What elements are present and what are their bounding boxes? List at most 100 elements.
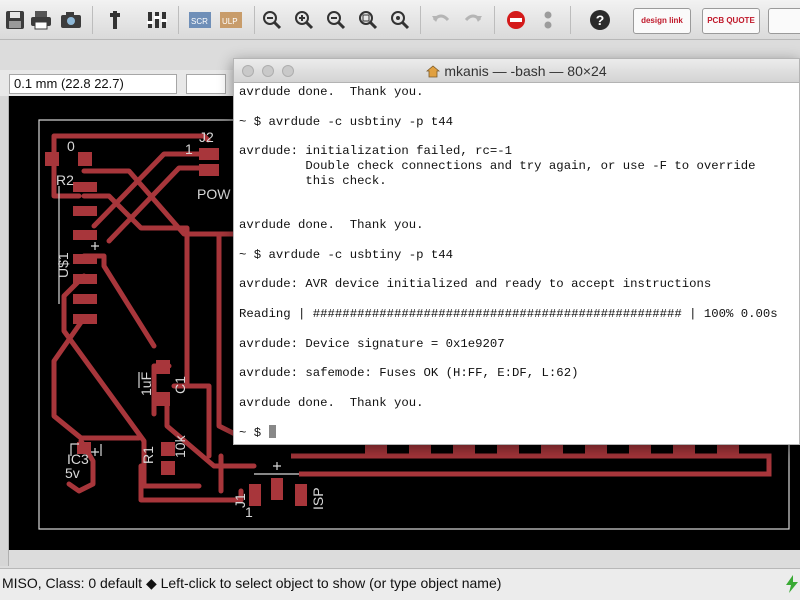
undo-icon[interactable] <box>428 7 454 33</box>
pad <box>541 444 563 454</box>
terminal-cursor <box>268 425 276 439</box>
pcb-quote-label: PCB QUOTE <box>707 16 755 25</box>
terminal-line: avrdude done. Thank you. <box>239 85 424 99</box>
c1-label: C1 <box>172 376 188 394</box>
pad <box>409 444 431 454</box>
pad <box>161 461 175 475</box>
j1-pin-label: 1 <box>245 504 253 520</box>
eagle-window: SCR ULP ? design link PCB QUOTE 0.1 mm (… <box>0 0 800 600</box>
terminal-line: avrdude done. Thank you. <box>239 395 424 410</box>
pad <box>73 230 97 240</box>
terminal-line: Reading | ##############################… <box>239 306 778 321</box>
power-label: POW <box>197 186 231 202</box>
pad <box>365 444 387 454</box>
terminal-line: ~ $ avrdude -c usbtiny -p t44 <box>239 114 454 129</box>
zoom-in-icon[interactable] <box>291 7 317 33</box>
copper-pads-right <box>365 444 739 454</box>
terminal-prompt-line: ~ $ <box>239 425 797 441</box>
save-icon[interactable] <box>2 7 28 33</box>
pad <box>199 164 219 176</box>
designlink-label: design link <box>641 16 683 25</box>
pad <box>295 484 307 506</box>
left-tool-strip[interactable] <box>0 96 9 566</box>
lightning-icon <box>785 575 799 596</box>
ulp-icon[interactable]: ULP <box>218 7 244 33</box>
home-icon <box>426 65 441 78</box>
terminal-prompt: ~ $ <box>239 426 269 441</box>
pad <box>717 444 739 454</box>
zoom-fit-icon[interactable] <box>259 7 285 33</box>
terminal-title-text: mkanis — -bash — 80×24 <box>444 63 607 79</box>
pcb-quote-button[interactable]: PCB QUOTE <box>702 8 760 34</box>
status-text: MISO, Class: 0 default ◆ Left-click to s… <box>2 575 502 591</box>
terminal-line: avrdude: safemode: Fuses OK (H:FF, E:DF,… <box>239 366 579 381</box>
svg-text:?: ? <box>596 12 605 28</box>
j2-label: J2 <box>199 129 214 145</box>
c1-value-label: 1uF <box>138 372 154 396</box>
j2-pin-label: 1 <box>185 141 193 157</box>
terminal-line: avrdude: Device signature = 0x1e9207 <box>239 336 505 351</box>
script-icon[interactable]: SCR <box>187 7 213 33</box>
r2-label: R2 <box>56 172 74 188</box>
pad <box>73 182 97 192</box>
us1-label: U$1 <box>55 252 71 278</box>
pad <box>73 206 97 216</box>
overflow-toolbar-button[interactable] <box>768 8 800 34</box>
terminal-title: mkanis — -bash — 80×24 <box>234 63 799 79</box>
r2-pin-label: 0 <box>67 138 75 154</box>
terminal-line: ~ $ avrdude -c usbtiny -p t44 <box>239 247 454 262</box>
status-bar: MISO, Class: 0 default ◆ Left-click to s… <box>0 568 800 600</box>
isp-label: ISP <box>310 487 326 510</box>
pad <box>73 274 97 284</box>
redo-icon[interactable] <box>460 7 486 33</box>
pad <box>497 444 519 454</box>
pad <box>585 444 607 454</box>
zoom-select-icon[interactable] <box>355 7 381 33</box>
pad <box>199 148 219 160</box>
pad <box>45 152 59 166</box>
designlink-button[interactable]: design link <box>633 8 691 34</box>
camera-icon[interactable] <box>58 7 84 33</box>
terminal-line: avrdude: AVR device initialized and read… <box>239 277 712 292</box>
terminal-line: avrdude: initialization failed, rc=-1 <box>239 144 513 159</box>
pad <box>73 314 97 324</box>
layers-icon[interactable] <box>144 7 170 33</box>
r1-value-label: 10k <box>172 434 188 458</box>
terminal-line: avrdude done. Thank you. <box>239 218 424 233</box>
grid-icon[interactable] <box>102 7 128 33</box>
pad <box>629 444 651 454</box>
coordinate-display: 0.1 mm (22.8 22.7) <box>9 74 177 94</box>
help-icon[interactable]: ? <box>587 7 613 33</box>
svg-text:SCR: SCR <box>191 17 208 26</box>
pad <box>156 360 170 374</box>
terminal-output[interactable]: avrdude done. Thank you. ~ $ avrdude -c … <box>239 85 797 441</box>
go-icon[interactable] <box>535 7 561 33</box>
pad <box>249 484 261 506</box>
zoom-out-icon[interactable] <box>323 7 349 33</box>
ic3-value-label: 5v <box>65 465 80 481</box>
print-icon[interactable] <box>28 7 54 33</box>
svg-text:ULP: ULP <box>222 17 238 26</box>
pad <box>673 444 695 454</box>
terminal-window[interactable]: mkanis — -bash — 80×24 avrdude done. Tha… <box>233 58 800 445</box>
command-field[interactable] <box>186 74 226 94</box>
zoom-redraw-icon[interactable] <box>387 7 413 33</box>
pad <box>73 254 97 264</box>
pad <box>73 294 97 304</box>
pad <box>453 444 475 454</box>
terminal-line: this check. <box>239 173 387 188</box>
toolbar: SCR ULP ? design link PCB QUOTE <box>0 0 800 40</box>
stop-icon[interactable] <box>503 7 529 33</box>
pad <box>78 152 92 166</box>
pad <box>271 478 283 500</box>
terminal-titlebar[interactable]: mkanis — -bash — 80×24 <box>234 59 799 83</box>
terminal-line: Double check connections and try again, … <box>239 158 756 173</box>
